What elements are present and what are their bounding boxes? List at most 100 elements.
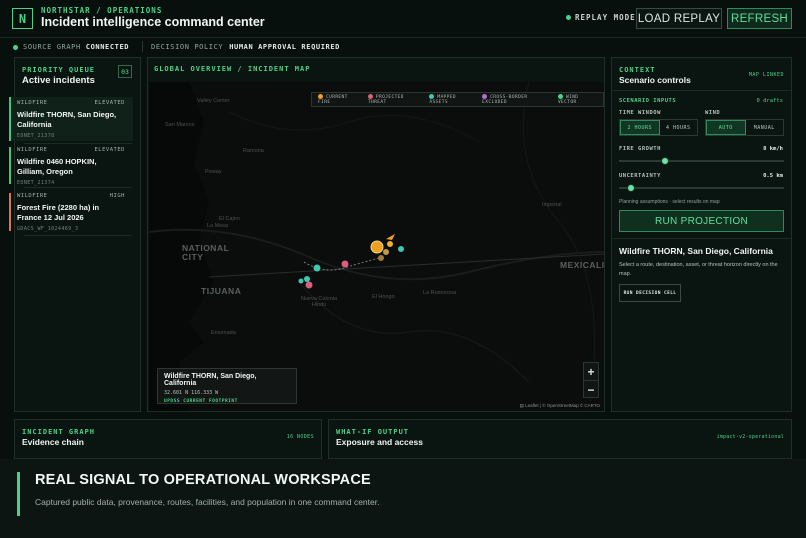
map-label-nueva-colonia: Nueva Colonia Hindú — [300, 296, 338, 308]
status-divider — [142, 41, 143, 52]
map-label-el-cajon: El Cajon — [219, 216, 240, 222]
node-count: 16 NODES — [286, 434, 314, 440]
policy-label: DECISION POLICY — [151, 43, 224, 51]
projected-threat-marker[interactable] — [305, 281, 313, 289]
uncertainty-slider[interactable] — [619, 184, 784, 192]
selected-incident-description: Select a route, destination, asset, or t… — [619, 262, 778, 277]
legend-item: PROJECTED THREAT — [367, 94, 404, 105]
current-fire-marker[interactable] — [370, 240, 384, 254]
legend-item: WIND VECTOR — [557, 94, 579, 105]
popup-coordinates: 32.601 N 116.333 W — [164, 390, 219, 396]
legend-dot-icon — [557, 94, 563, 99]
legend-item: CROSS-BORDER EXCLUDED — [482, 94, 528, 105]
map-panel: GLOBAL OVERVIEW / INCIDENT MAP CURRENT F… — [147, 57, 605, 412]
queue-divider — [24, 143, 132, 144]
uncertainty-label: UNCERTAINTY — [619, 173, 661, 179]
wind-option-manual[interactable]: MANUAL — [746, 120, 784, 135]
projected-threat-marker[interactable] — [341, 260, 349, 268]
time-window-label: TIME WINDOW — [619, 110, 661, 116]
map-linked-badge: MAP LINKED — [748, 72, 784, 78]
map-kicker: GLOBAL OVERVIEW / INCIDENT MAP — [154, 65, 311, 73]
legend-dot-icon — [367, 94, 373, 99]
incident-id: GDACS_WF_1024469_3 — [17, 226, 79, 233]
border-line — [208, 253, 604, 278]
map-label-la-rumorosa: La Rumorosa — [423, 290, 457, 296]
zoom-in-button[interactable]: + — [584, 363, 598, 380]
mapped-asset-marker[interactable] — [313, 264, 321, 272]
impact-model-tag: impact-v2-operational — [716, 434, 784, 440]
app-header: N NORTHSTAR / OPERATIONS Incident intell… — [0, 0, 806, 38]
incident-item[interactable]: WILDFIRE HIGH Forest Fire (2280 ha) in Fr… — [9, 193, 133, 233]
incident-name: Forest Fire (2280 ha) in France 12 Jul 2… — [17, 203, 100, 223]
legend-dot-icon — [482, 94, 488, 99]
queue-divider — [24, 235, 132, 236]
fire-marker[interactable] — [387, 241, 393, 247]
incident-id: EONET_21378 — [17, 133, 55, 140]
mapped-asset-marker[interactable] — [304, 276, 310, 282]
map-label-national-city: NATIONAL CITY — [182, 243, 230, 263]
run-decision-cell-button[interactable]: RUN DECISION CELL — [619, 284, 681, 302]
load-replay-button[interactable]: LOAD REPLAY — [636, 8, 722, 29]
time-option-2h[interactable]: 2 HOURS — [620, 120, 660, 135]
legend-dot-icon — [429, 94, 435, 99]
fire-growth-value: 8 km/h — [763, 146, 783, 152]
map-legend: CURRENT FIRE PROJECTED THREAT MAPPED ASS… — [311, 92, 604, 107]
fire-growth-label: FIRE GROWTH — [619, 146, 661, 152]
incident-name: Wildfire THORN, San Diego, California — [17, 110, 117, 130]
zoom-out-button[interactable]: − — [584, 381, 598, 398]
run-projection-button[interactable]: RUN PROJECTION — [619, 210, 784, 232]
time-option-4h[interactable]: 4 HOURS — [660, 120, 698, 135]
map-label-ensenada: Ensenada — [211, 330, 236, 336]
caption-subtitle: Captured public data, provenance, routes… — [35, 497, 380, 507]
whatif-title: Exposure and access — [336, 437, 423, 447]
policy-value: HUMAN APPROVAL REQUIRED — [229, 43, 340, 51]
page-title: Incident intelligence command center — [41, 15, 265, 29]
whatif-kicker: WHAT-IF OUTPUT — [336, 428, 410, 436]
status-bar: SOURCE GRAPH CONNECTED DECISION POLICY H… — [0, 38, 806, 56]
map-label-imperial: Imperial — [542, 202, 562, 208]
selected-incident-title: Wildfire THORN, San Diego, California — [619, 246, 773, 256]
queue-kicker: PRIORITY QUEUE — [22, 66, 96, 74]
zoom-control: + − — [583, 362, 599, 398]
slider-handle[interactable] — [626, 184, 635, 192]
incident-map[interactable]: CURRENT FIRE PROJECTED THREAT MAPPED ASS… — [149, 82, 604, 411]
legend-dot-icon — [318, 94, 323, 99]
slider-handle[interactable] — [661, 157, 670, 165]
incident-item[interactable]: WILDFIRE ELEVATED Wildfire 0460 HOPKIN, G… — [9, 147, 133, 187]
incident-popup[interactable]: Wildfire THORN, San Diego, California 32… — [157, 368, 297, 404]
context-kicker: CONTEXT — [619, 66, 656, 74]
map-attribution[interactable]: ▤ Leaflet | © OpenStreetMap © CARTO — [517, 402, 602, 410]
incident-id: EONET_21374 — [17, 180, 55, 187]
fire-marker[interactable] — [383, 249, 389, 255]
fire-marker[interactable] — [378, 255, 384, 261]
what-if-panel: WHAT-IF OUTPUT Exposure and access impac… — [328, 419, 792, 459]
mapped-asset-marker[interactable] — [298, 278, 304, 284]
wind-label: WIND — [705, 110, 721, 116]
popup-title: Wildfire THORN, San Diego, California — [164, 373, 257, 387]
graph-kicker: INCIDENT GRAPH — [22, 428, 96, 436]
source-value: CONNECTED — [85, 43, 130, 51]
app-logo: N — [12, 8, 33, 29]
mapped-asset-marker[interactable] — [398, 246, 404, 252]
refresh-button[interactable]: REFRESH — [727, 8, 792, 29]
legend-item: MAPPED ASSETS — [429, 94, 456, 105]
incident-item[interactable]: WILDFIRE ELEVATED Wildfire THORN, San Die… — [9, 97, 133, 141]
map-label-tijuana: TIJUANA — [201, 286, 242, 296]
fire-growth-slider[interactable] — [619, 157, 784, 165]
replay-mode-indicator: REPLAY MODE — [566, 13, 636, 22]
map-label-la-mesa: La Mesa — [207, 223, 229, 229]
source-graph-status: SOURCE GRAPH CONNECTED — [13, 43, 129, 51]
incident-type: WILDFIRE — [17, 100, 48, 106]
incident-name: Wildfire 0460 HOPKIN, Gilliam, Oregon — [17, 157, 97, 177]
wind-option-auto[interactable]: AUTO — [706, 120, 746, 135]
scenario-inputs-label: SCENARIO INPUTS — [619, 98, 677, 104]
wind-toggle: AUTO MANUAL — [705, 119, 784, 136]
decision-policy-status: DECISION POLICY HUMAN APPROVAL REQUIRED — [151, 43, 340, 51]
incident-severity: HIGH — [109, 193, 125, 199]
incident-count-badge: 03 — [118, 65, 132, 78]
incident-severity: ELEVATED — [94, 100, 125, 106]
caption-accent-bar — [17, 472, 20, 516]
map-label-poway: Poway — [205, 169, 222, 175]
incident-graph-panel: INCIDENT GRAPH Evidence chain 16 NODES — [14, 419, 322, 459]
map-label-san-marcos: San Marcos — [165, 122, 195, 128]
